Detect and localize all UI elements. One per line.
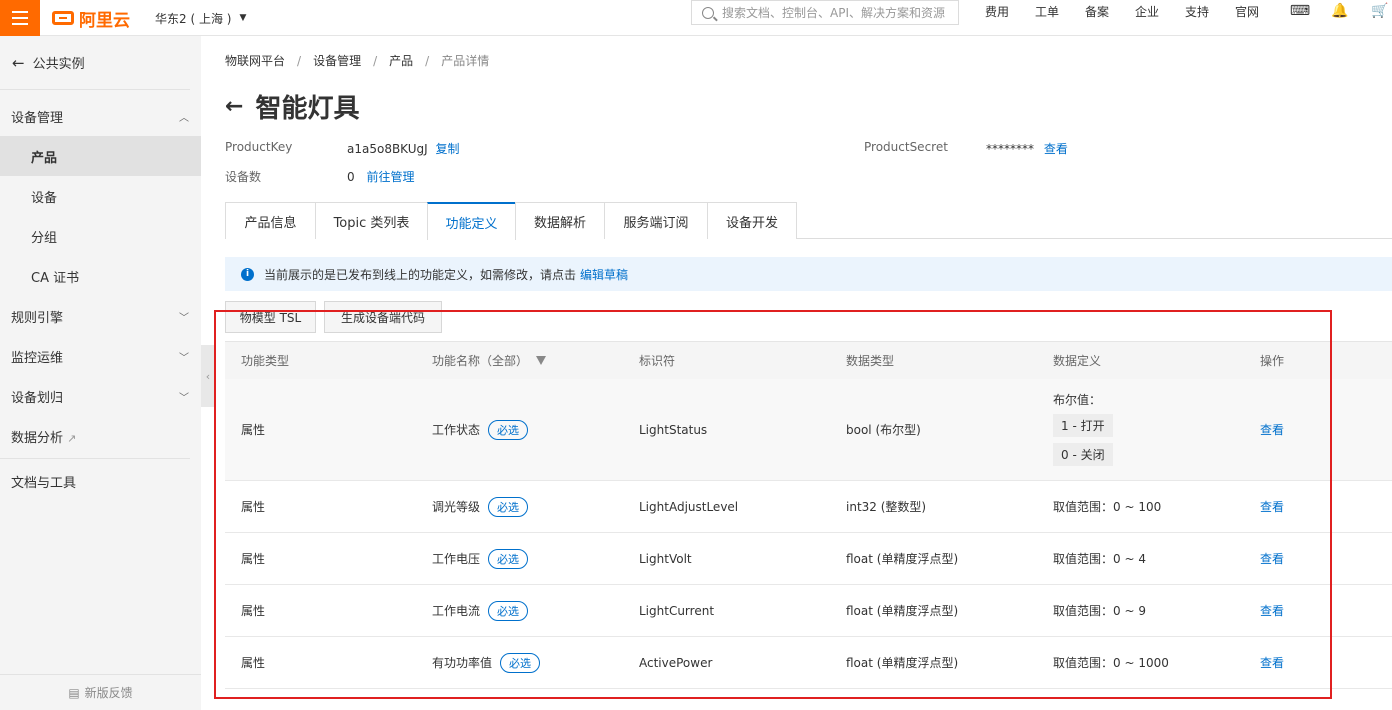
- enum-value: 1 - 打开: [1053, 413, 1113, 437]
- header-function-name[interactable]: 功能名称（全部）: [432, 352, 639, 369]
- sidebar-item-product[interactable]: 产品: [0, 136, 201, 176]
- search-input[interactable]: 搜索文档、控制台、API、解决方案和资源: [691, 0, 959, 25]
- topnav-fees[interactable]: 费用: [972, 3, 1022, 20]
- back-arrow-icon[interactable]: ←: [225, 94, 243, 119]
- feedback-button[interactable]: ▤ 新版反馈: [0, 674, 201, 710]
- page-title: ← 智能灯具: [225, 94, 360, 124]
- hamburger-menu-icon[interactable]: [0, 0, 40, 36]
- caret-down-icon: ▼: [239, 13, 247, 23]
- sidebar-item-device[interactable]: 设备: [0, 176, 201, 216]
- header-data-type: 数据类型: [846, 354, 895, 368]
- header-actions: 操作: [1260, 354, 1285, 368]
- product-secret-label: ProductSecret: [864, 140, 948, 154]
- device-count-value: 0 前往管理: [347, 170, 415, 184]
- edit-draft-link[interactable]: 编辑草稿: [580, 266, 628, 283]
- generate-code-button[interactable]: 生成设备端代码: [324, 301, 442, 333]
- required-tag: 必选: [488, 496, 529, 517]
- info-icon: i: [241, 267, 254, 281]
- topnav-official-site[interactable]: 官网: [1222, 3, 1272, 20]
- search-icon: [702, 6, 714, 19]
- topnav-icp[interactable]: 备案: [1072, 3, 1122, 20]
- product-key-value: a1a5o8BKUgJ 复制: [347, 142, 460, 156]
- function-table: 功能类型 功能名称（全部） 标识符 数据类型 数据定义 操作 属性 工作状态 必选…: [225, 341, 1392, 689]
- header-function-type: 功能类型: [241, 354, 290, 368]
- view-link[interactable]: 查看: [1260, 656, 1284, 670]
- top-nav: 费用 工单 备案 企业 支持 官网: [972, 0, 1272, 22]
- aliyun-logo-icon: [52, 11, 74, 25]
- table-header: 功能类型 功能名称（全部） 标识符 数据类型 数据定义 操作: [225, 341, 1392, 379]
- tab-product-info[interactable]: 产品信息: [225, 202, 316, 239]
- chevron-down-icon: ﹀: [179, 312, 189, 324]
- external-link-icon: ↗: [67, 431, 77, 445]
- sidebar-item-device-management[interactable]: 设备管理 ︿: [0, 96, 201, 136]
- tab-function-definition[interactable]: 功能定义: [427, 202, 516, 240]
- breadcrumb-device-management[interactable]: 设备管理: [313, 54, 361, 68]
- view-link[interactable]: 查看: [1260, 604, 1284, 618]
- view-link[interactable]: 查看: [1260, 423, 1284, 437]
- required-tag: 必选: [488, 548, 529, 569]
- topnav-ticket[interactable]: 工单: [1022, 3, 1072, 20]
- required-tag: 必选: [488, 419, 529, 440]
- breadcrumb-product-detail: 产品详情: [441, 54, 490, 68]
- chevron-up-icon: ︿: [179, 112, 189, 124]
- sidebar-item-device-assign[interactable]: 设备划归 ﹀: [0, 376, 201, 416]
- table-row: 属性 调光等级 必选 LightAdjustLevel int32 (整数型) 取…: [225, 481, 1392, 533]
- top-bar: 阿里云 华东2 ( 上海 ) ▼ 搜索文档、控制台、API、解决方案和资源 费用 …: [0, 0, 1392, 36]
- product-secret-value: ******** 查看: [986, 142, 1068, 156]
- view-link[interactable]: 查看: [1260, 552, 1284, 566]
- product-key-label: ProductKey: [225, 140, 293, 154]
- feedback-icon: ▤: [68, 685, 80, 700]
- sidebar: ← 公共实例 设备管理 ︿ 产品 设备 分组 CA 证书 规则引擎 ﹀ 监控运维 ﹀ 设…: [0, 36, 201, 710]
- sidebar-item-docs-tools[interactable]: 文档与工具: [0, 461, 201, 501]
- table-row: 属性 有功功率值 必选 ActivePower float (单精度浮点型) 取值…: [225, 637, 1392, 689]
- sidebar-item-ca-cert[interactable]: CA 证书: [0, 256, 201, 296]
- view-link[interactable]: 查看: [1260, 500, 1284, 514]
- top-icons: ⌨ 🔔 🛒: [1280, 0, 1392, 22]
- sidebar-item-rule-engine[interactable]: 规则引擎 ﹀: [0, 296, 201, 336]
- aliyun-logo[interactable]: 阿里云: [52, 0, 130, 36]
- topnav-support[interactable]: 支持: [1172, 3, 1222, 20]
- tab-device-development[interactable]: 设备开发: [707, 202, 797, 239]
- chevron-down-icon: ﹀: [179, 392, 189, 404]
- bell-icon[interactable]: 🔔: [1320, 3, 1360, 19]
- device-count-label: 设备数: [225, 170, 262, 184]
- topnav-enterprise[interactable]: 企业: [1122, 3, 1172, 20]
- divider: [0, 458, 190, 459]
- data-definition: 布尔值： 1 - 打开 0 - 关闭: [1053, 391, 1260, 469]
- table-row: 属性 工作状态 必选 LightStatus bool (布尔型) 布尔值： 1 …: [225, 379, 1392, 481]
- breadcrumb-product[interactable]: 产品: [389, 54, 413, 68]
- arrow-left-icon: ←: [12, 53, 25, 72]
- tsl-button[interactable]: 物模型 TSL: [225, 301, 316, 333]
- main-content: 物联网平台 / 设备管理 / 产品 / 产品详情 ← 智能灯具 ProductKey a1a5…: [201, 36, 1392, 710]
- region-selector[interactable]: 华东2 ( 上海 ) ▼: [155, 0, 246, 36]
- filter-icon[interactable]: [536, 356, 547, 365]
- manage-link[interactable]: 前往管理: [366, 170, 414, 184]
- required-tag: 必选: [488, 600, 529, 621]
- header-data-definition: 数据定义: [1053, 354, 1102, 368]
- table-row: 属性 工作电压 必选 LightVolt float (单精度浮点型) 取值范围：…: [225, 533, 1392, 585]
- tab-data-parsing[interactable]: 数据解析: [515, 202, 605, 239]
- table-row: 属性 工作电流 必选 LightCurrent float (单精度浮点型) 取值…: [225, 585, 1392, 637]
- chevron-down-icon: ﹀: [179, 352, 189, 364]
- view-secret-link[interactable]: 查看: [1044, 142, 1068, 156]
- tab-server-subscription[interactable]: 服务端订阅: [604, 202, 708, 239]
- action-buttons: 物模型 TSL 生成设备端代码: [225, 301, 450, 333]
- info-notice: i 当前展示的是已发布到线上的功能定义，如需修改，请点击 编辑草稿: [225, 257, 1392, 291]
- tab-bar: 产品信息 Topic 类列表 功能定义 数据解析 服务端订阅 设备开发: [225, 202, 1392, 240]
- breadcrumb: 物联网平台 / 设备管理 / 产品 / 产品详情: [225, 54, 490, 68]
- breadcrumb-iot-platform[interactable]: 物联网平台: [225, 54, 285, 68]
- cart-icon[interactable]: 🛒: [1360, 3, 1392, 19]
- terminal-icon[interactable]: ⌨: [1280, 3, 1320, 19]
- enum-value: 0 - 关闭: [1053, 442, 1113, 466]
- required-tag: 必选: [500, 652, 541, 673]
- sidebar-item-monitoring[interactable]: 监控运维 ﹀: [0, 336, 201, 376]
- tab-topic-list[interactable]: Topic 类列表: [315, 202, 428, 239]
- header-identifier: 标识符: [639, 354, 676, 368]
- back-to-public-instance[interactable]: ← 公共实例: [0, 36, 190, 90]
- sidebar-item-data-analysis[interactable]: 数据分析 ↗: [0, 416, 201, 456]
- copy-link[interactable]: 复制: [436, 142, 460, 156]
- sidebar-item-group[interactable]: 分组: [0, 216, 201, 256]
